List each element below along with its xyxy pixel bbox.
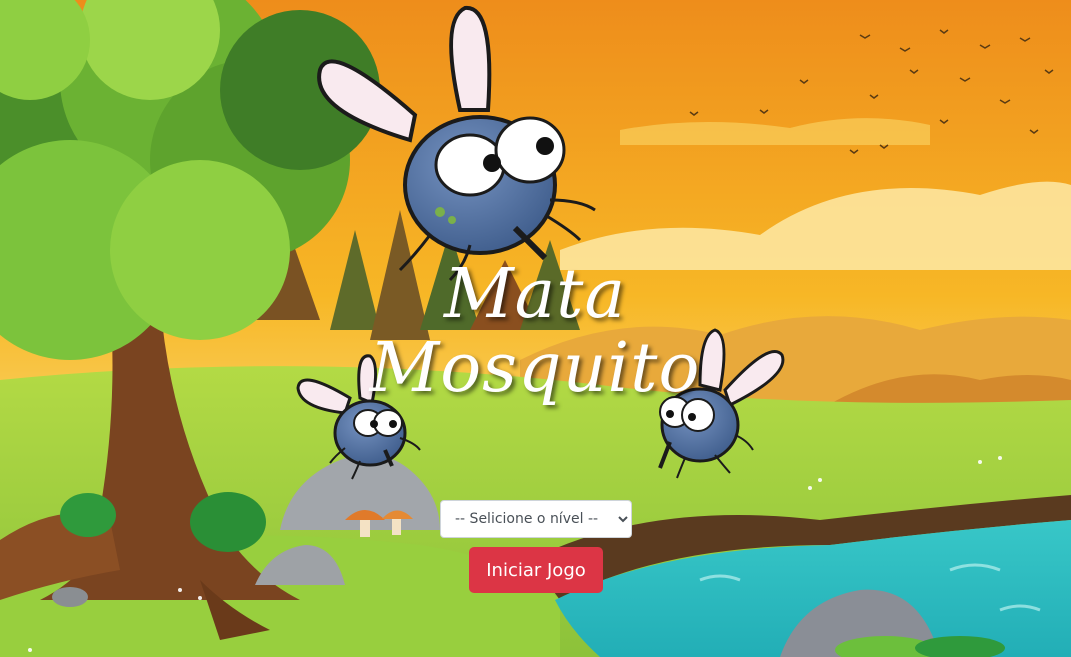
level-select[interactable]: -- Selicione o nível -- (440, 500, 632, 538)
game-title: Mata Mosquito (300, 258, 770, 406)
title-line-1: Mata (443, 255, 627, 334)
title-line-2: Mosquito (369, 329, 701, 408)
start-game-button[interactable]: Iniciar Jogo (469, 547, 603, 593)
